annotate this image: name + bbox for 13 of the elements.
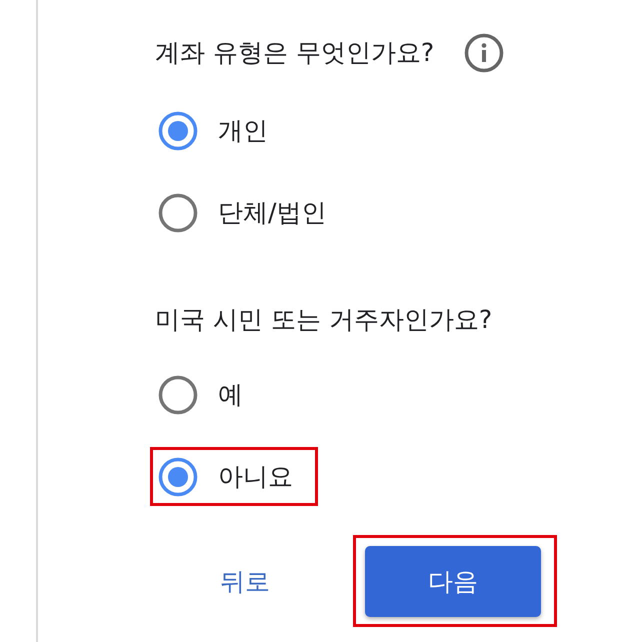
info-icon[interactable] bbox=[464, 33, 504, 73]
question-text: 계좌 유형은 무엇인가요? bbox=[155, 37, 434, 69]
radio-button[interactable] bbox=[157, 456, 199, 498]
next-button[interactable]: 다음 bbox=[365, 546, 541, 617]
radio-button[interactable] bbox=[157, 192, 199, 234]
option-label[interactable]: 예 bbox=[218, 378, 243, 412]
option-label[interactable]: 개인 bbox=[218, 114, 268, 148]
option-label[interactable]: 아니요 bbox=[218, 460, 293, 494]
back-button[interactable]: 뒤로 bbox=[190, 546, 300, 617]
radio-button[interactable] bbox=[157, 110, 199, 152]
radio-button[interactable] bbox=[157, 374, 199, 416]
question-text: 미국 시민 또는 거주자인가요? bbox=[155, 304, 492, 336]
option-label[interactable]: 단체/법인 bbox=[218, 196, 326, 230]
